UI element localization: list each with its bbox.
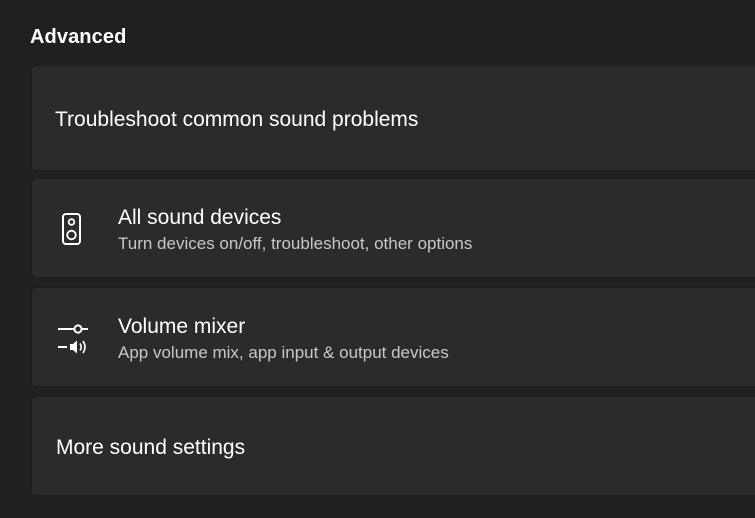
more-sound-settings-label: More sound settings [56, 436, 246, 459]
troubleshoot-card[interactable]: Troubleshoot common sound problems [31, 65, 755, 171]
volume-mixer-card[interactable]: Volume mixer App volume mix, app input &… [31, 287, 755, 387]
all-sound-devices-card[interactable]: All sound devices Turn devices on/off, t… [31, 178, 755, 278]
section-title-advanced: Advanced [30, 26, 127, 48]
advanced-sound-settings-page: Advanced Troubleshoot common sound probl… [0, 0, 755, 518]
troubleshoot-label: Troubleshoot common sound problems [55, 108, 419, 131]
volume-mixer-subtitle: App volume mix, app input & output devic… [118, 343, 449, 362]
volume-mixer-title: Volume mixer [118, 315, 246, 338]
volume-mixer-icon [58, 322, 88, 356]
more-sound-settings-card[interactable]: More sound settings [31, 396, 755, 496]
speaker-icon [58, 212, 84, 246]
all-sound-devices-subtitle: Turn devices on/off, troubleshoot, other… [118, 234, 473, 253]
all-sound-devices-title: All sound devices [118, 206, 282, 229]
